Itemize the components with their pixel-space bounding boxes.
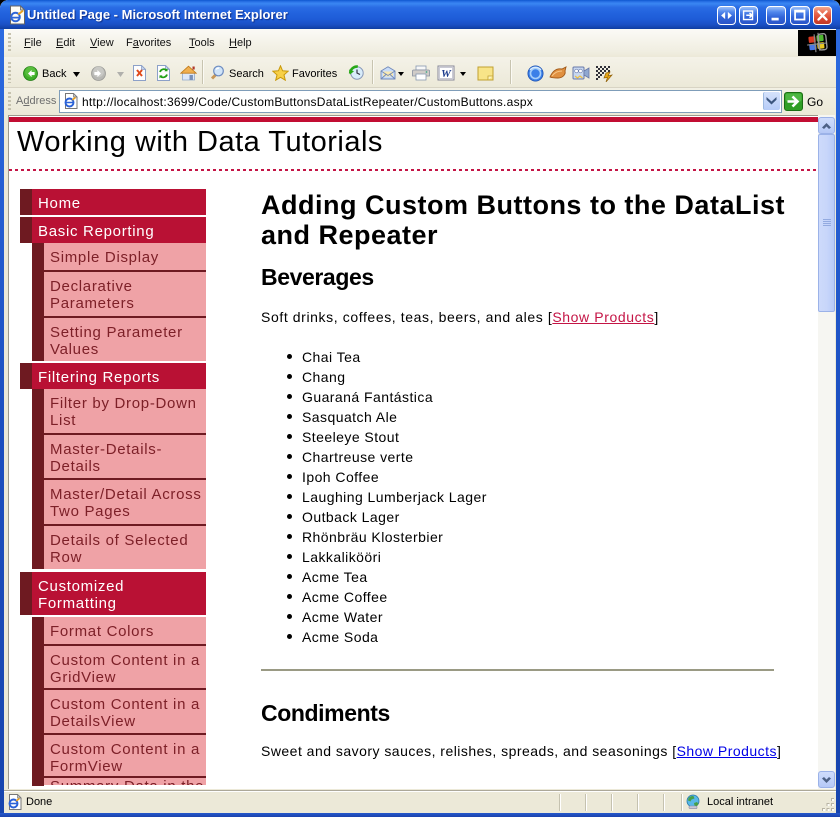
svg-text:W: W: [441, 68, 452, 80]
